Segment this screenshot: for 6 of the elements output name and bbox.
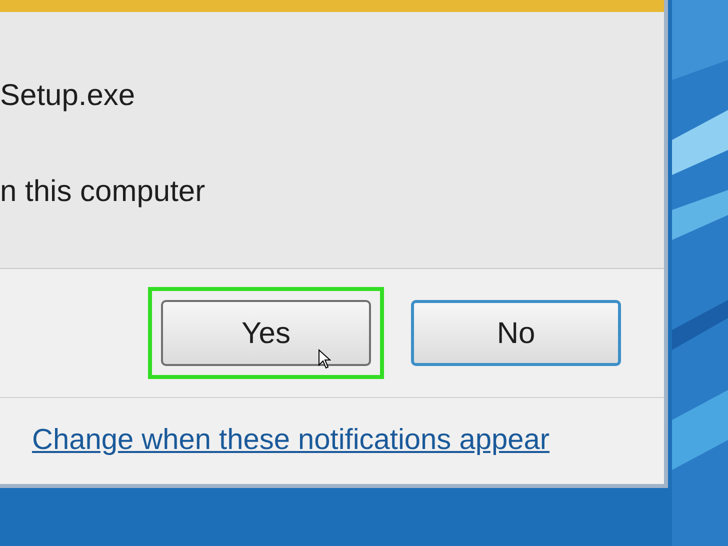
- notifications-link[interactable]: Change when these notifications appear: [32, 419, 550, 463]
- dialog-button[interactable]: Yes: [161, 300, 371, 366]
- dialog-button[interactable]: No: [411, 300, 621, 366]
- publisher-text: n this computer: [0, 174, 206, 210]
- program-name: Setup.exe: [0, 78, 136, 114]
- cursor-icon: [318, 349, 332, 369]
